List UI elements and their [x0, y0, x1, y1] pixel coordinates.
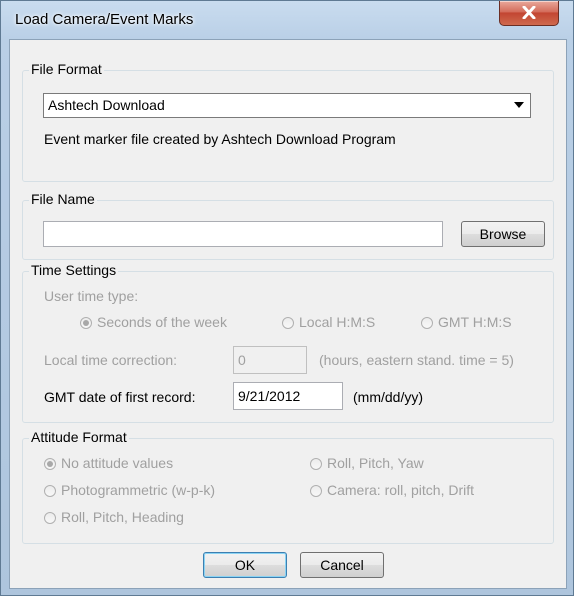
close-icon — [522, 6, 536, 19]
ok-button[interactable]: OK — [203, 552, 287, 578]
radio-seconds-of-week-label: Seconds of the week — [97, 314, 227, 330]
chevron-down-icon — [514, 102, 524, 108]
radio-roll-pitch-heading[interactable] — [44, 512, 56, 524]
file-name-legend: File Name — [29, 191, 97, 207]
time-settings-group: Time Settings User time type: Seconds of… — [22, 262, 554, 423]
local-time-correction-input[interactable] — [233, 346, 307, 374]
radio-seconds-of-week[interactable] — [80, 317, 92, 329]
radio-gmt-hms[interactable] — [421, 317, 433, 329]
radio-gmt-hms-label: GMT H:M:S — [438, 314, 512, 330]
file-format-select[interactable]: Ashtech Download — [43, 93, 531, 118]
gmt-date-label: GMT date of first record: — [44, 389, 196, 405]
title-bar[interactable]: Load Camera/Event Marks — [1, 1, 573, 39]
radio-roll-pitch-yaw-label: Roll, Pitch, Yaw — [327, 455, 424, 471]
dialog-client-area: File Format Ashtech Download Event marke… — [9, 39, 567, 589]
file-format-selected: Ashtech Download — [48, 97, 165, 113]
radio-local-hms-label: Local H:M:S — [299, 314, 376, 330]
attitude-format-group: Attitude Format No attitude values Roll,… — [22, 429, 554, 544]
file-name-input[interactable] — [43, 221, 443, 247]
gmt-date-input[interactable] — [233, 382, 343, 410]
attitude-format-legend: Attitude Format — [29, 429, 129, 445]
cancel-button[interactable]: Cancel — [300, 552, 384, 578]
radio-roll-pitch-yaw[interactable] — [310, 458, 322, 470]
dialog-window: Load Camera/Event Marks File Format Asht… — [0, 0, 574, 596]
radio-no-attitude[interactable] — [44, 458, 56, 470]
browse-button[interactable]: Browse — [461, 221, 545, 247]
local-time-correction-label: Local time correction: — [44, 352, 178, 368]
radio-photogrammetric-label: Photogrammetric (w-p-k) — [61, 482, 216, 498]
radio-no-attitude-label: No attitude values — [61, 455, 174, 471]
file-format-legend: File Format — [29, 61, 104, 77]
file-format-group: File Format Ashtech Download Event marke… — [22, 61, 554, 182]
local-time-correction-hint: (hours, eastern stand. time = 5) — [319, 352, 514, 368]
close-button[interactable] — [499, 1, 559, 26]
file-name-group: File Name Browse — [22, 191, 554, 260]
gmt-date-hint: (mm/dd/yy) — [353, 389, 423, 405]
radio-photogrammetric[interactable] — [44, 485, 56, 497]
time-settings-legend: Time Settings — [29, 262, 119, 278]
radio-roll-pitch-heading-label: Roll, Pitch, Heading — [61, 509, 184, 525]
file-format-description: Event marker file created by Ashtech Dow… — [44, 131, 396, 147]
radio-camera-roll-pitch-drift-label: Camera: roll, pitch, Drift — [327, 482, 475, 498]
window-title: Load Camera/Event Marks — [15, 11, 194, 28]
radio-local-hms[interactable] — [282, 317, 294, 329]
user-time-type-label: User time type: — [44, 288, 139, 304]
radio-camera-roll-pitch-drift[interactable] — [310, 485, 322, 497]
